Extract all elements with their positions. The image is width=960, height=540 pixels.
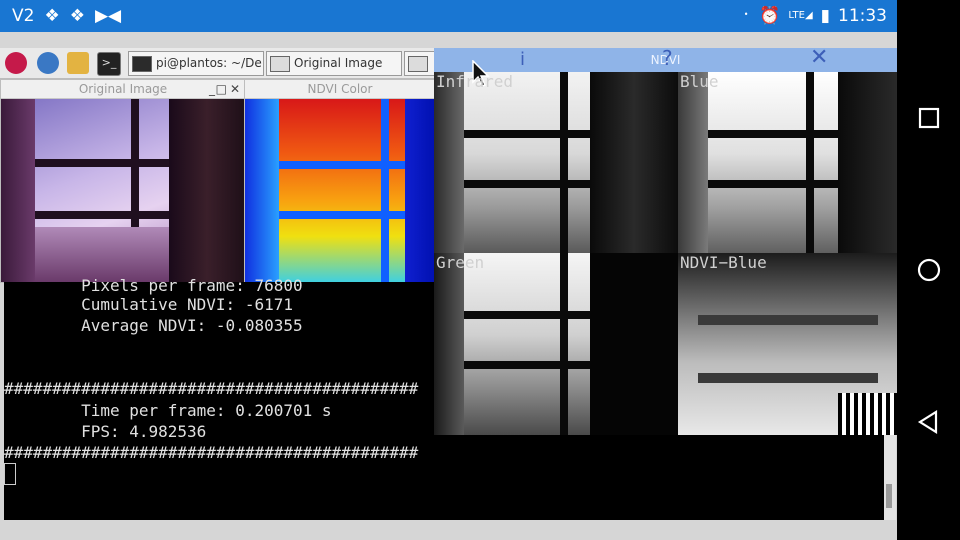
terminal-line: ########################################…	[4, 443, 419, 462]
ndvi-color-window: NDVI Color	[244, 79, 436, 283]
scrollbar-thumb[interactable]	[886, 484, 892, 508]
ndvi-window-titlebar[interactable]: NDVI i ? ✕	[434, 46, 897, 72]
taskbar-button-label: pi@plantos: ~/De...	[156, 56, 264, 70]
original-image-view	[1, 99, 245, 282]
taskbar-button-extra[interactable]	[404, 51, 436, 76]
window-frame	[464, 361, 590, 369]
curtain-right	[590, 253, 678, 435]
window-frame	[708, 130, 838, 138]
alarm-icon: ⏰	[759, 6, 781, 26]
window-icon	[270, 55, 290, 72]
signal-icon: LTE◢	[788, 10, 813, 21]
terminal-icon	[132, 55, 152, 72]
window-frame	[698, 373, 878, 383]
window-frame	[698, 315, 878, 325]
terminal-line: Average NDVI: -0.080355	[4, 316, 303, 335]
curtain-left	[434, 253, 464, 435]
pane-label: NDVI−Blue	[680, 253, 767, 272]
window-titlebar[interactable]: Original Image _ □ ✕	[1, 80, 245, 99]
browser-globe-icon[interactable]	[37, 52, 59, 74]
city-skyline	[35, 227, 169, 282]
window-frame	[708, 180, 838, 188]
curtain-left	[1, 99, 35, 282]
terminal-line: Time per frame: 0.200701 s	[4, 401, 332, 420]
raspberry-menu-icon[interactable]	[5, 52, 27, 74]
terminal-line: FPS: 4.982536	[4, 422, 207, 441]
status-bar: V2 ❖ ❖ ▶◀ ᛫ ⏰ LTE◢ ▮ 11:33	[0, 0, 897, 32]
terminal-line: Cumulative NDVI: -6171	[4, 295, 293, 314]
curtain-right	[590, 72, 678, 253]
notification-icons: V2 ❖ ❖ ▶◀	[12, 5, 121, 27]
app-icon: ❖	[44, 6, 60, 26]
curtain-left	[245, 99, 279, 282]
window-frame	[560, 253, 568, 435]
ndvi-blue-pane: NDVI−Blue	[678, 253, 897, 435]
terminal-launcher-icon[interactable]: >_	[97, 52, 121, 76]
taskbar-button-label: Original Image	[294, 56, 383, 70]
terminal-line: ########################################…	[4, 379, 419, 398]
close-button[interactable]: ✕	[230, 80, 240, 98]
pane-label: Green	[436, 253, 485, 272]
curtain-right	[838, 72, 897, 253]
green-pane: Green	[434, 253, 678, 435]
window-frame	[806, 72, 814, 253]
window-title: Original Image	[78, 82, 168, 96]
navigation-bar	[897, 0, 960, 540]
system-icons: ᛫ ⏰ LTE◢ ▮ 11:33	[741, 5, 887, 27]
window-title: NDVI Color	[307, 82, 373, 96]
info-icon[interactable]: i	[520, 48, 525, 72]
battery-icon: ▮	[820, 6, 830, 26]
terminal-cursor	[4, 463, 16, 485]
terminal-line: Pixels per frame: 76800	[4, 276, 303, 295]
pane-label: Blue	[680, 72, 719, 91]
back-icon[interactable]	[914, 407, 944, 437]
clock: 11:33	[838, 6, 887, 26]
curtain-right	[405, 99, 435, 282]
curtain-right	[169, 99, 245, 282]
ndvi-color-view	[245, 99, 435, 282]
maximize-button[interactable]: □	[216, 80, 227, 98]
taskbar-button-original-image[interactable]: Original Image	[266, 51, 402, 76]
bowtie-icon: ▶◀	[94, 6, 122, 26]
window-icon	[408, 55, 428, 72]
close-icon[interactable]: ✕	[810, 46, 828, 70]
window-frame	[464, 311, 590, 319]
home-icon[interactable]	[914, 255, 944, 285]
window-frame	[560, 72, 568, 253]
pane-label: Infrared	[436, 72, 514, 91]
help-icon[interactable]: ?	[662, 46, 673, 70]
infrared-pane: Infrared	[434, 72, 678, 253]
minimize-button[interactable]: _	[209, 80, 215, 98]
window-frame	[35, 211, 169, 219]
window-frame	[381, 99, 389, 282]
taskbar: >_ pi@plantos: ~/De... Original Image	[0, 48, 436, 79]
signal-label: LTE	[788, 10, 805, 21]
window-titlebar[interactable]: NDVI Color	[245, 80, 435, 99]
app-icon: ❖	[69, 6, 85, 26]
recent-apps-icon[interactable]	[914, 103, 944, 133]
window-frame	[35, 159, 169, 167]
blue-pane: Blue	[678, 72, 897, 253]
file-manager-icon[interactable]	[67, 52, 89, 74]
ndvi-window: Infrared Blue Green NDVI−Blue	[434, 72, 897, 435]
noise-pattern	[838, 393, 897, 435]
window-frame	[464, 130, 590, 138]
curtain-left	[678, 72, 708, 253]
bluetooth-icon: ᛫	[740, 6, 752, 26]
taskbar-button-terminal[interactable]: pi@plantos: ~/De...	[128, 51, 264, 76]
window-frame	[464, 180, 590, 188]
v2-icon: V2	[12, 6, 35, 26]
original-image-window: Original Image _ □ ✕	[0, 79, 246, 283]
curtain-left	[434, 72, 464, 253]
